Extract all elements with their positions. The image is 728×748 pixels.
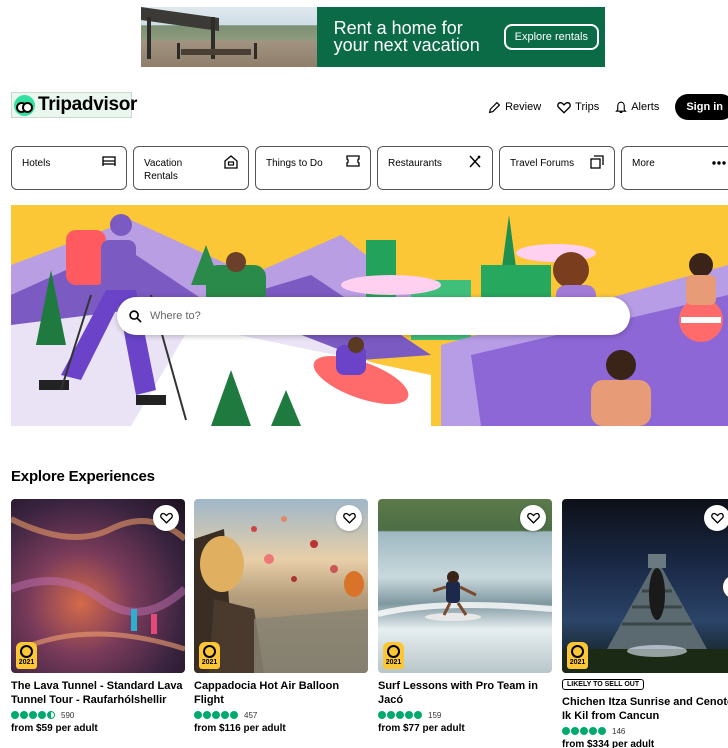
experience-image: 2021 <box>562 499 728 673</box>
tab-vacation-rentals[interactable]: Vacation Rentals <box>133 146 249 190</box>
sign-in-button[interactable]: Sign in <box>675 94 728 120</box>
price: from $77 per adult <box>378 723 465 734</box>
house-icon <box>224 155 238 169</box>
search-bar[interactable] <box>117 297 630 335</box>
heart-icon <box>342 512 356 524</box>
owl-icon <box>14 94 35 116</box>
price: from $116 per adult <box>194 723 286 734</box>
save-heart-button[interactable] <box>336 505 362 531</box>
search-icon <box>129 309 142 323</box>
heart-icon <box>557 101 571 114</box>
tripadvisor-logo[interactable]: Tripadvisor <box>11 92 137 118</box>
rating-bubbles: 590 <box>11 710 185 720</box>
tab-travel-forums[interactable]: Travel Forums <box>499 146 615 190</box>
rating-bubbles: 146 <box>562 726 728 736</box>
heart-icon <box>526 512 540 524</box>
fork-knife-icon <box>469 155 481 168</box>
category-tabs: Hotels Vacation Rentals Things to Do Res… <box>11 146 728 190</box>
ad-headline: Rent a home for your next vacation <box>333 18 480 55</box>
review-label: Review <box>505 101 542 113</box>
ad-photo <box>141 7 317 67</box>
experience-card[interactable]: 2021 Surf Lessons with Pro Team in Jacó … <box>378 499 552 734</box>
ellipsis-icon <box>712 161 726 165</box>
review-count: 457 <box>244 710 258 720</box>
alerts-link[interactable]: Alerts <box>615 101 659 114</box>
price: from $59 per adult <box>11 723 98 734</box>
review-count: 590 <box>61 710 75 720</box>
header-nav: Review Trips Alerts Sign in <box>488 94 728 120</box>
heart-icon <box>159 512 173 524</box>
experience-image: 2021 <box>378 499 552 673</box>
ticket-icon <box>346 155 360 167</box>
heart-icon <box>710 512 724 524</box>
tab-label: Hotels <box>22 158 51 169</box>
experience-image: 2021 <box>194 499 368 673</box>
tab-hotels[interactable]: Hotels <box>11 146 127 190</box>
chat-icon <box>590 155 604 169</box>
experience-title[interactable]: Chichen Itza Sunrise and Cenote Ik Kil f… <box>562 695 728 723</box>
experience-card[interactable]: 2021 The Lava Tunnel - Standard Lava Tun… <box>11 499 185 734</box>
save-heart-button[interactable] <box>153 505 179 531</box>
tab-label: More <box>632 158 655 169</box>
trips-label: Trips <box>575 101 600 113</box>
rating-bubbles: 457 <box>194 710 368 720</box>
bell-icon <box>615 101 628 113</box>
travelers-choice-badge: 2021 <box>383 642 404 669</box>
alerts-label: Alerts <box>631 101 660 113</box>
experience-title[interactable]: The Lava Tunnel - Standard Lava Tunnel T… <box>11 679 185 707</box>
tab-label: Travel Forums <box>510 158 575 169</box>
experience-title[interactable]: Surf Lessons with Pro Team in Jacó <box>378 679 552 707</box>
travelers-choice-badge: 2021 <box>199 642 220 669</box>
trips-link[interactable]: Trips <box>557 101 599 114</box>
rating-bubbles: 159 <box>378 710 552 720</box>
experience-card[interactable]: 2021 Cappadocia Hot Air Balloon Flight 4… <box>194 499 368 734</box>
save-heart-button[interactable] <box>704 505 728 531</box>
tab-restaurants[interactable]: Restaurants <box>377 146 493 190</box>
tab-more[interactable]: More <box>621 146 728 190</box>
pencil-icon <box>488 101 501 113</box>
tab-label: Things to Do <box>266 158 323 169</box>
tab-things-to-do[interactable]: Things to Do <box>255 146 371 190</box>
bed-icon <box>102 156 116 166</box>
section-title: Explore Experiences <box>11 468 155 485</box>
tab-label: Restaurants <box>388 158 442 169</box>
travelers-choice-badge: 2021 <box>567 642 588 669</box>
tab-label: Vacation Rentals <box>144 158 183 182</box>
experience-card[interactable]: 2021 LIKELY TO SELL OUT Chichen Itza Sun… <box>562 499 728 748</box>
price: from $334 per adult <box>562 739 655 748</box>
experience-image: 2021 <box>11 499 185 673</box>
ad-banner[interactable]: Rent a home for your next vacation Explo… <box>141 7 605 67</box>
save-heart-button[interactable] <box>520 505 546 531</box>
review-link[interactable]: Review <box>488 101 541 114</box>
logo-text: Tripadvisor <box>38 94 138 115</box>
review-count: 159 <box>428 710 442 720</box>
search-input[interactable] <box>150 310 570 322</box>
experience-title[interactable]: Cappadocia Hot Air Balloon Flight <box>194 679 368 707</box>
review-count: 146 <box>612 726 626 736</box>
explore-rentals-button[interactable]: Explore rentals <box>503 24 599 50</box>
travelers-choice-badge: 2021 <box>16 642 37 669</box>
likely-to-sell-out-badge: LIKELY TO SELL OUT <box>562 679 645 690</box>
